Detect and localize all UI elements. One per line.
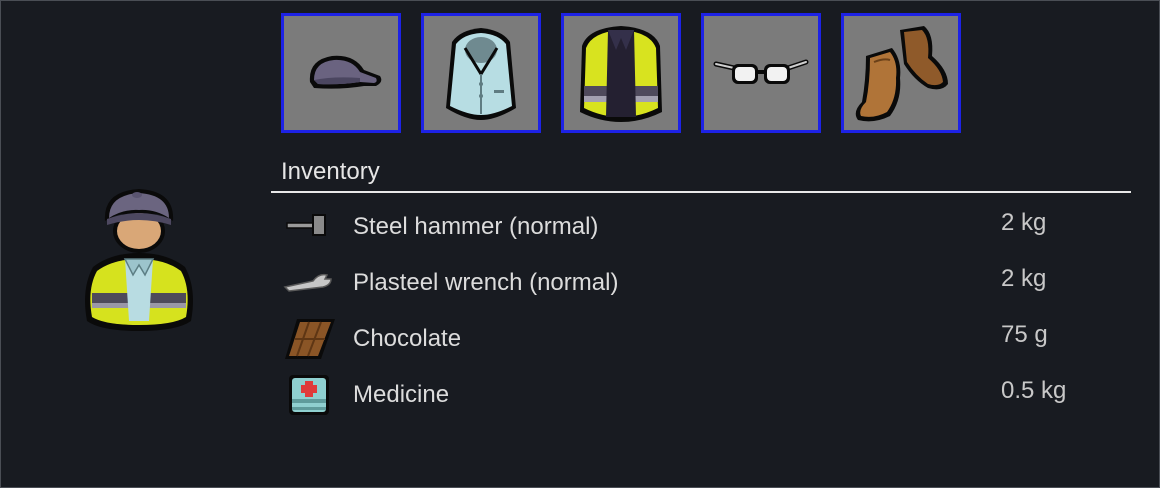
- wrench-icon: [281, 257, 337, 309]
- inventory-item[interactable]: Chocolate 75 g: [281, 313, 1101, 365]
- item-label: Medicine: [353, 381, 450, 408]
- gear-panel: Inventory Steel hammer (normal) 2 kg Pla…: [0, 0, 1160, 488]
- item-label: Chocolate: [353, 325, 462, 352]
- item-mass: 2 kg: [1001, 209, 1047, 236]
- inventory-item[interactable]: Steel hammer (normal) 2 kg: [281, 201, 1101, 253]
- apparel-slot-shirt[interactable]: [421, 13, 541, 133]
- apparel-slot-cap[interactable]: [281, 13, 401, 133]
- item-label: Steel hammer (normal): [353, 213, 599, 240]
- item-mass: 2 kg: [1001, 265, 1047, 292]
- medicine-icon: [281, 369, 337, 421]
- shirt-icon: [446, 28, 516, 120]
- cap-icon: [309, 55, 382, 89]
- item-mass: 0.5 kg: [1001, 377, 1067, 404]
- colonist-portrait: [85, 189, 193, 331]
- apparel-slot-glasses[interactable]: [701, 13, 821, 133]
- inventory-title: Inventory: [281, 158, 380, 185]
- inventory-item[interactable]: Medicine 0.5 kg: [281, 369, 1101, 421]
- boots-icon: [855, 26, 948, 122]
- chocolate-icon: [281, 313, 337, 365]
- glasses-icon: [713, 59, 809, 84]
- inventory-item[interactable]: Plasteel wrench (normal) 2 kg: [281, 257, 1101, 309]
- item-label: Plasteel wrench (normal): [353, 269, 619, 296]
- hammer-icon: [281, 201, 337, 253]
- safety-vest-icon: [580, 26, 662, 122]
- inventory-divider: [271, 191, 1131, 193]
- item-mass: 75 g: [1001, 321, 1048, 348]
- apparel-slot-safety-vest[interactable]: [561, 13, 681, 133]
- apparel-slot-boots[interactable]: [841, 13, 961, 133]
